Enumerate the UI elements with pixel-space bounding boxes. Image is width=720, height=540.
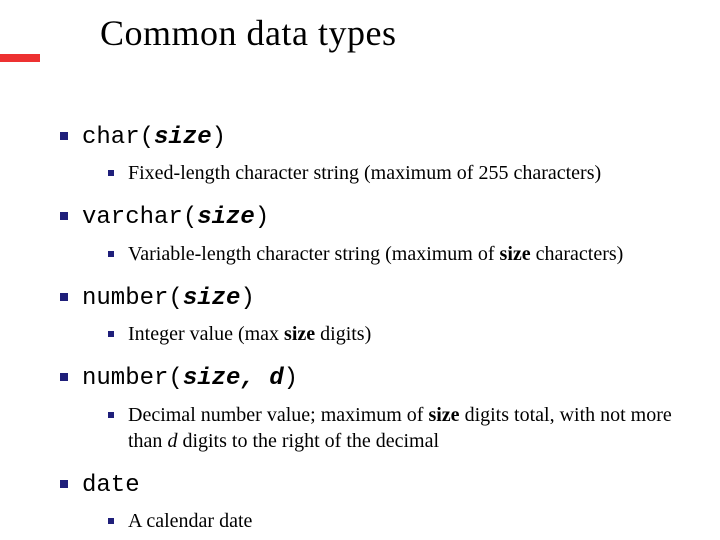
type-description: Fixed-length character string (maximum o… (50, 160, 680, 186)
type-description: Integer value (max size digits) (50, 321, 680, 347)
type-prefix: number( (82, 365, 183, 392)
desc-segment: Fixed-length character string (maximum o… (128, 162, 601, 184)
desc-segment: Decimal number value; maximum of (128, 404, 428, 426)
type-suffix: ) (212, 124, 226, 151)
desc-segment: size (500, 243, 531, 265)
slide-title: Common data types (100, 12, 396, 54)
type-prefix: number( (82, 285, 183, 312)
desc-segment: size (428, 404, 459, 426)
type-prefix: varchar( (82, 204, 197, 231)
desc-segment: size (284, 323, 315, 345)
type-item: number(size) (50, 281, 680, 315)
type-item: char(size) (50, 120, 680, 154)
type-description: Decimal number value; maximum of size di… (50, 402, 680, 454)
type-suffix: ) (255, 204, 269, 231)
type-param: size (154, 124, 212, 151)
type-item: number(size, d) (50, 361, 680, 395)
desc-segment: Variable-length character string (maximu… (128, 243, 500, 265)
desc-segment: digits to the right of the decimal (177, 430, 439, 452)
type-suffix: ) (284, 365, 298, 392)
type-description: Variable-length character string (maximu… (50, 241, 680, 267)
type-param: size (183, 285, 241, 312)
desc-segment: Integer value (max (128, 323, 284, 345)
type-prefix: date (82, 472, 140, 499)
slide-content: char(size)Fixed-length character string … (50, 120, 680, 540)
type-prefix: char( (82, 124, 154, 151)
type-item: varchar(size) (50, 200, 680, 234)
accent-bar (0, 54, 40, 62)
type-description: A calendar date (50, 508, 680, 534)
desc-segment: digits) (315, 323, 371, 345)
desc-segment: d (167, 430, 177, 452)
type-param: size, d (183, 365, 284, 392)
type-param: size (197, 204, 255, 231)
type-suffix: ) (240, 285, 254, 312)
desc-segment: characters) (531, 243, 624, 265)
desc-segment: A calendar date (128, 510, 252, 532)
type-item: date (50, 468, 680, 502)
